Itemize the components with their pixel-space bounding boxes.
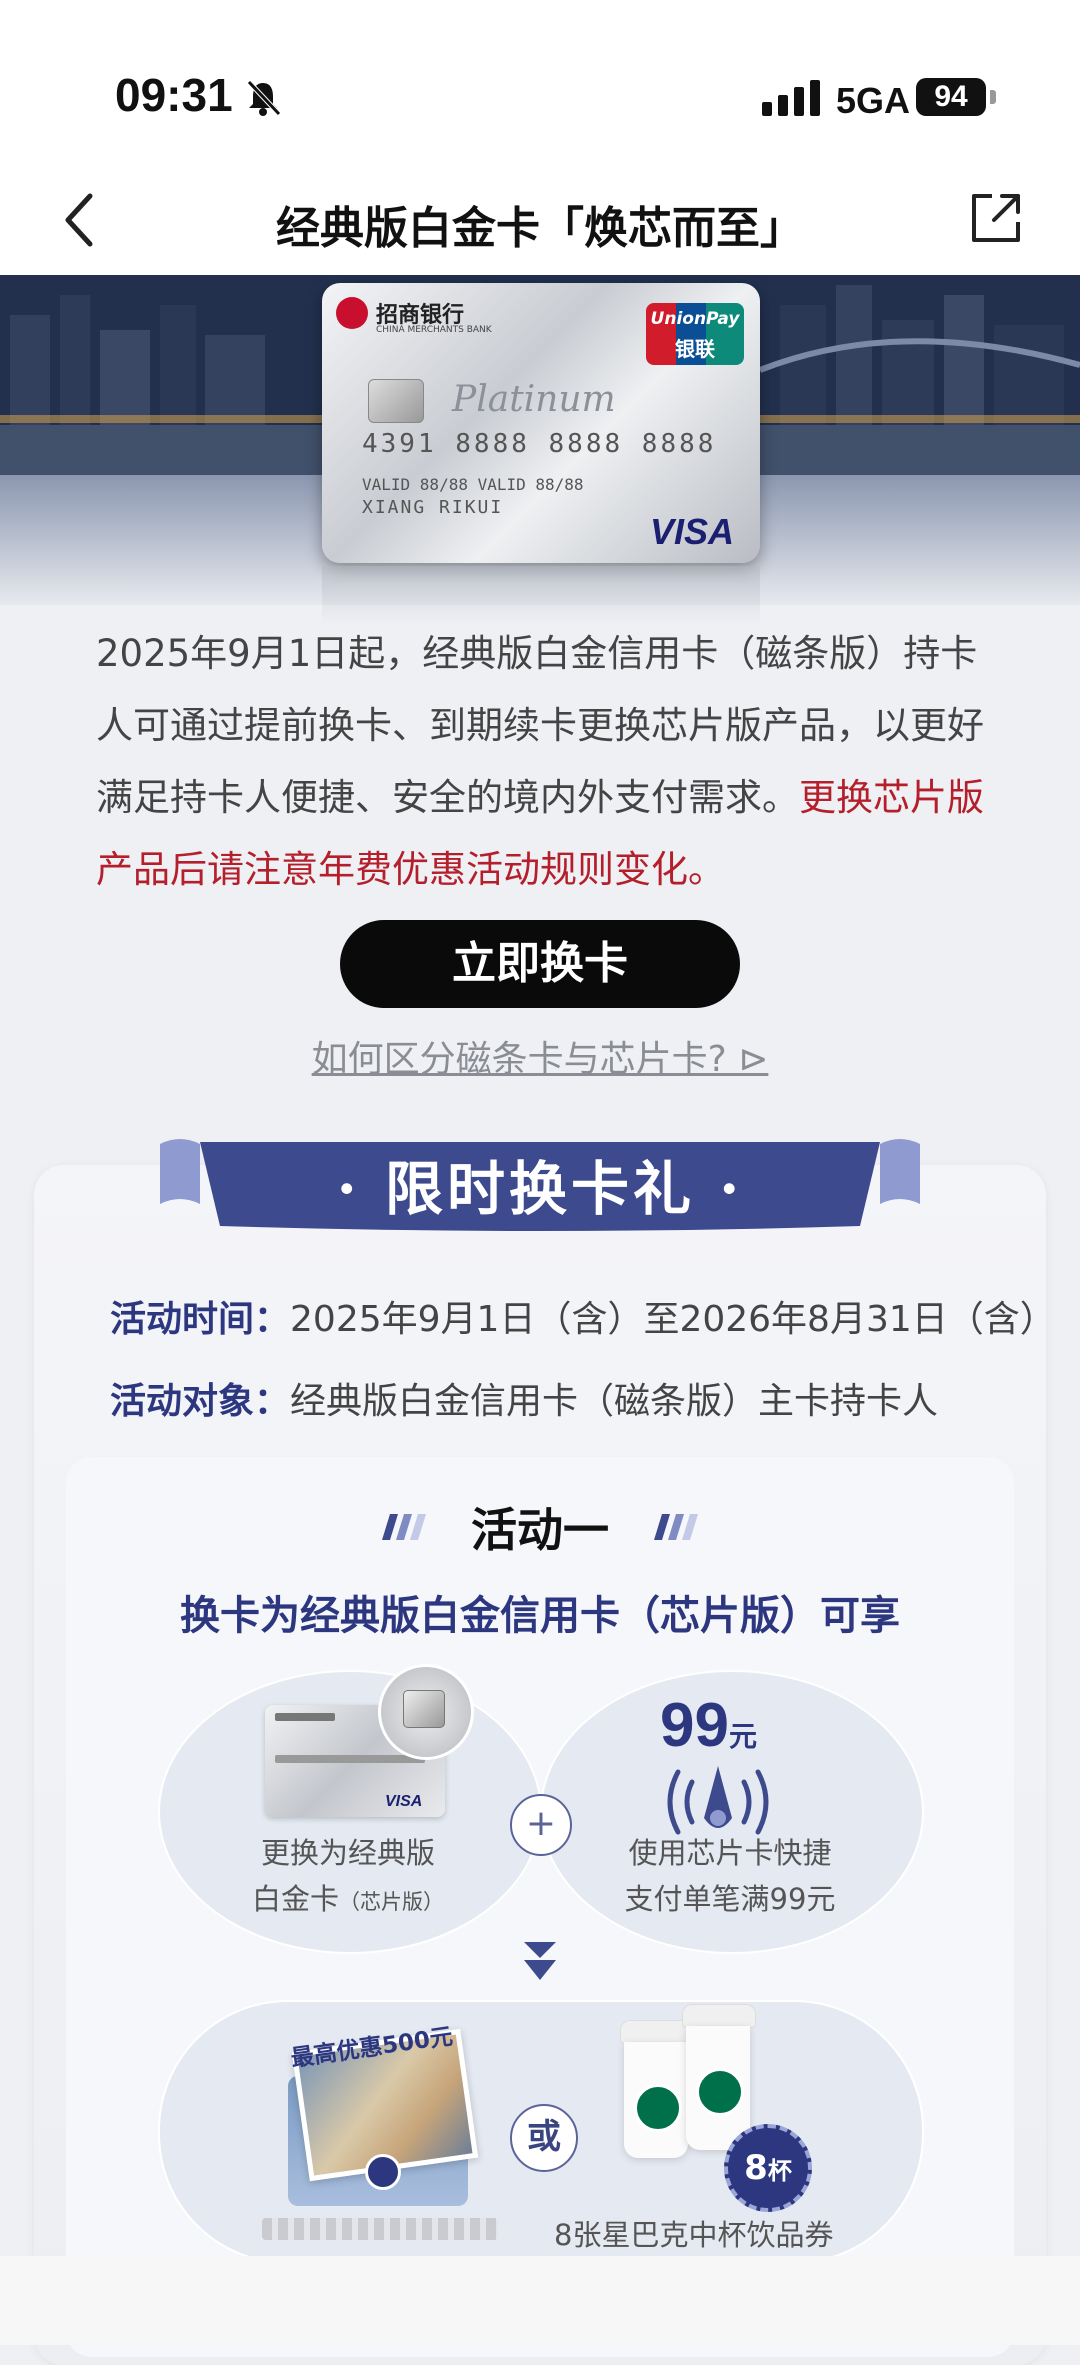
step1-line1: 更换为经典版 bbox=[260, 1836, 435, 1870]
or-icon: 或 bbox=[510, 2104, 578, 2172]
card-valid: VALID 88/88 VALID 88/88 bbox=[362, 475, 584, 494]
bottom-bar bbox=[0, 2256, 1080, 2345]
visa-logo: VISA bbox=[650, 511, 735, 552]
how-to-distinguish-link[interactable]: 如何区分磁条卡与芯片卡? ⊳ bbox=[0, 1030, 1080, 1082]
mute-bell-icon bbox=[247, 80, 281, 116]
share-icon[interactable] bbox=[966, 188, 1026, 248]
arrow-down-icon bbox=[524, 1942, 556, 1980]
price-amount: 99元 bbox=[660, 1690, 757, 1761]
credit-card-image: 招商银行 CHINA MERCHANTS BANK UnionPay 银联 Pl… bbox=[322, 283, 760, 563]
intro-text: 2025年9月1日起，经典版白金信用卡（磁条版）持卡人可通过提前换卡、到期续卡更… bbox=[96, 618, 996, 906]
step2-line1: 使用芯片卡快捷 bbox=[628, 1836, 832, 1870]
battery-icon: 94 bbox=[916, 78, 986, 116]
step1-label: 更换为经典版 白金卡（芯片版） bbox=[158, 1830, 538, 1925]
promo-title: · 限时换卡礼 · bbox=[336, 1155, 744, 1223]
card-holder: XIANG RIKUI bbox=[362, 497, 504, 518]
check-badge-icon bbox=[365, 2154, 401, 2190]
activity-time-row: 活动时间：2025年9月1日（含）至2026年8月31日（含） bbox=[110, 1290, 1056, 1342]
step1-line2: 白金卡 bbox=[251, 1882, 339, 1916]
activity-one-title: 活动一 bbox=[471, 1503, 609, 1557]
activity-target-value: 经典版白金信用卡（磁条版）主卡持卡人 bbox=[290, 1381, 939, 1422]
status-bar: 09:31 5GA 94 bbox=[0, 0, 1080, 170]
unionpay-cn: 银联 bbox=[675, 337, 715, 361]
activity-time-value: 2025年9月1日（含）至2026年8月31日（含） bbox=[290, 1299, 1056, 1340]
cups-count: 8 bbox=[744, 2148, 768, 2188]
cups-count-badge: 8杯 bbox=[724, 2124, 812, 2212]
change-card-button[interactable]: 立即换卡 bbox=[340, 920, 740, 1008]
activity-target-label: 活动对象： bbox=[110, 1381, 291, 1422]
chip-icon bbox=[403, 1690, 445, 1728]
title-deco-right-icon bbox=[654, 1514, 698, 1540]
mini-visa-logo: VISA bbox=[385, 1793, 423, 1810]
step2-line2: 支付单笔满99元 bbox=[624, 1882, 836, 1916]
chip-icon bbox=[368, 379, 424, 423]
step1-note: （芯片版） bbox=[339, 1890, 444, 1914]
cups-count-unit: 杯 bbox=[767, 2157, 792, 2185]
starbucks-label: 8张星巴克中杯饮品券 bbox=[554, 2218, 834, 2252]
card-number: 4391 8888 8888 8888 bbox=[362, 429, 717, 459]
unionpay-logo: UnionPay 银联 bbox=[646, 303, 744, 365]
starbucks-logo-icon bbox=[634, 2084, 682, 2132]
card-product: Platinum bbox=[452, 379, 616, 420]
network-type: 5GA bbox=[836, 80, 911, 121]
starbucks-logo-icon bbox=[696, 2068, 744, 2116]
signal-icon bbox=[762, 80, 820, 116]
cup-lid-right bbox=[682, 2004, 756, 2028]
cmb-logo-icon bbox=[336, 297, 368, 329]
battery-tip bbox=[990, 90, 996, 104]
page-title: 经典版白金卡「焕芯而至」 bbox=[276, 203, 804, 254]
status-time: 09:31 bbox=[115, 69, 233, 121]
unionpay-en: UnionPay bbox=[650, 309, 740, 329]
activity-target-row: 活动对象：经典版白金信用卡（磁条版）主卡持卡人 bbox=[110, 1372, 938, 1424]
step2-label: 使用芯片卡快捷 支付单笔满99元 bbox=[540, 1830, 920, 1922]
card-reflection bbox=[322, 566, 760, 626]
price-unit: 元 bbox=[728, 1721, 757, 1752]
activity-one-subtitle: 换卡为经典版白金信用卡（芯片版）可享 bbox=[180, 1593, 900, 1639]
nav-bar: 经典版白金卡「焕芯而至」 bbox=[0, 170, 1080, 275]
blurred-coupon-label bbox=[262, 2218, 498, 2240]
price-value: 99 bbox=[660, 1691, 729, 1760]
card-bank-name-en: CHINA MERCHANTS BANK bbox=[376, 325, 492, 335]
activity-time-label: 活动时间： bbox=[110, 1299, 291, 1340]
